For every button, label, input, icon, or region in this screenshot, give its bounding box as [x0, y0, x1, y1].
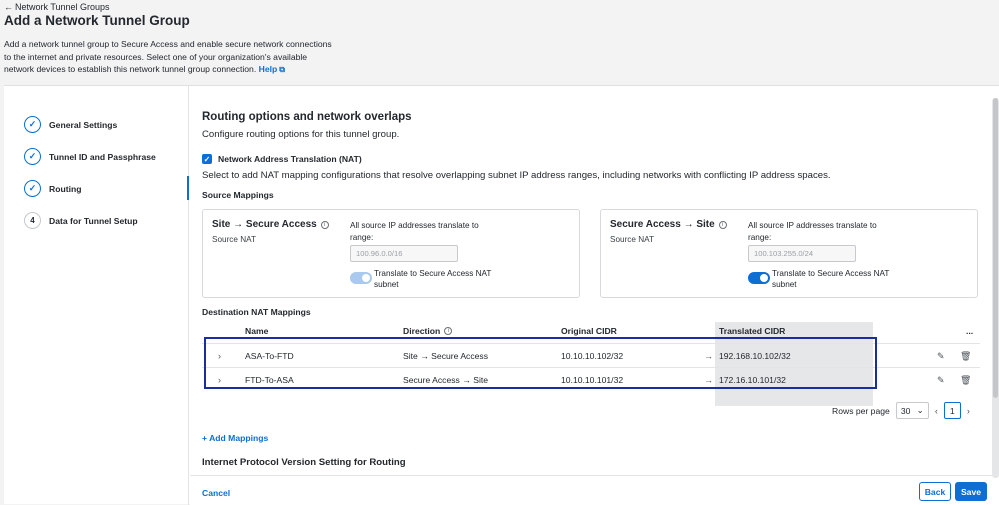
step-general-settings[interactable]: ✓ General Settings — [24, 116, 117, 133]
cancel-button[interactable]: Cancel — [202, 488, 230, 498]
scrollbar-thumb[interactable] — [993, 98, 998, 398]
range-label: All source IP addresses translate to ran… — [350, 221, 479, 242]
back-link[interactable]: ← Network Tunnel Groups — [4, 2, 110, 12]
page-title: Add a Network Tunnel Group — [4, 13, 190, 28]
chevron-right-icon[interactable]: › — [967, 406, 970, 416]
wizard-card: ✓ General Settings ✓ Tunnel ID and Passp… — [4, 85, 999, 505]
check-icon: ✓ — [24, 180, 41, 197]
pagination: Rows per page 30 ⌄ ‹ 1 › — [832, 402, 970, 419]
footer: Cancel Back Save — [190, 475, 999, 505]
active-step-indicator — [187, 176, 189, 200]
nat-label: Network Address Translation (NAT) — [218, 154, 362, 164]
external-link-icon: ⧉ — [279, 65, 285, 74]
scrollbar[interactable] — [992, 98, 999, 478]
main-content: Routing options and network overlaps Con… — [190, 86, 999, 505]
page-button[interactable]: 1 — [943, 402, 961, 419]
step-label: Data for Tunnel Setup — [49, 215, 138, 226]
stepper: ✓ General Settings ✓ Tunnel ID and Passp… — [4, 86, 189, 505]
destination-nat-label: Destination NAT Mappings — [202, 307, 311, 317]
rows-per-page-value: 30 — [900, 405, 911, 416]
page-header: ← Network Tunnel Groups Add a Network Tu… — [0, 0, 999, 85]
step-routing[interactable]: ✓ Routing — [24, 180, 81, 197]
arrow-left-icon: ← — [4, 2, 13, 12]
edit-icon[interactable]: ✎ — [937, 344, 945, 368]
add-mappings-link[interactable]: + Add Mappings — [202, 433, 268, 443]
chevron-left-icon[interactable]: ‹ — [935, 406, 938, 416]
nat-checkbox[interactable]: ✓ — [202, 154, 212, 164]
toggle-label: Translate to Secure Access NAT subnet — [772, 269, 890, 289]
ip-version-title: Internet Protocol Version Setting for Ro… — [202, 457, 406, 468]
toggle-label: Translate to Secure Access NAT subnet — [374, 269, 492, 289]
translate-toggle[interactable] — [748, 272, 770, 284]
section-subtitle: Configure routing options for this tunne… — [202, 129, 400, 140]
range-label: All source IP addresses translate to ran… — [748, 221, 877, 242]
source-mappings-label: Source Mappings — [202, 190, 274, 200]
step-label: Tunnel ID and Passphrase — [49, 151, 156, 162]
back-link-label: Network Tunnel Groups — [15, 2, 110, 12]
check-icon: ✓ — [24, 116, 41, 133]
source-range-input[interactable]: 100.96.0.0/16 — [350, 245, 458, 262]
delete-icon[interactable]: 🗑 — [960, 368, 971, 392]
intro-text: Add a network tunnel group to Secure Acc… — [4, 38, 334, 77]
step-tunnel-id[interactable]: ✓ Tunnel ID and Passphrase — [24, 148, 156, 165]
step-label: General Settings — [49, 119, 118, 130]
chevron-down-icon: ⌄ — [916, 405, 924, 415]
step-number: 4 — [24, 212, 41, 229]
more-options-icon[interactable]: ... — [966, 322, 973, 340]
info-icon[interactable]: i — [320, 220, 329, 229]
info-icon[interactable]: i — [444, 327, 453, 335]
panel-title: Secure Access → Site i — [610, 219, 727, 230]
col-direction-label: Direction — [403, 326, 441, 336]
highlight-box — [204, 337, 877, 389]
rows-per-page-select[interactable]: 30 ⌄ — [895, 402, 929, 419]
step-data-for-tunnel-setup[interactable]: 4 Data for Tunnel Setup — [24, 212, 138, 229]
edit-icon[interactable]: ✎ — [937, 368, 945, 392]
secure-access-to-site-panel: Secure Access → Site i Source NAT All sou… — [600, 209, 978, 298]
panel-title-text: Site → Secure Access — [212, 219, 317, 230]
site-to-secure-access-panel: Site → Secure Access i Source NAT All sou… — [202, 209, 580, 298]
check-icon: ✓ — [24, 148, 41, 165]
panel-title: Site → Secure Access i — [212, 219, 329, 230]
translate-toggle[interactable] — [350, 272, 372, 284]
help-link[interactable]: Help ⧉ — [259, 64, 285, 74]
help-label: Help — [258, 64, 278, 74]
step-label: Routing — [49, 183, 82, 194]
panel-subtitle: Source NAT — [610, 235, 654, 244]
nat-description: Select to add NAT mapping configurations… — [202, 170, 831, 181]
panel-title-text: Secure Access → Site — [610, 219, 715, 230]
nat-checkbox-row[interactable]: ✓ Network Address Translation (NAT) — [202, 154, 362, 164]
panel-subtitle: Source NAT — [212, 235, 256, 244]
delete-icon[interactable]: 🗑 — [960, 344, 971, 368]
rows-per-page-label: Rows per page — [832, 405, 890, 416]
source-range-input[interactable]: 100.103.255.0/24 — [748, 245, 856, 262]
section-title: Routing options and network overlaps — [202, 111, 412, 123]
info-icon[interactable]: i — [718, 220, 727, 229]
save-button[interactable]: Save — [955, 482, 987, 501]
back-button[interactable]: Back — [919, 482, 951, 501]
